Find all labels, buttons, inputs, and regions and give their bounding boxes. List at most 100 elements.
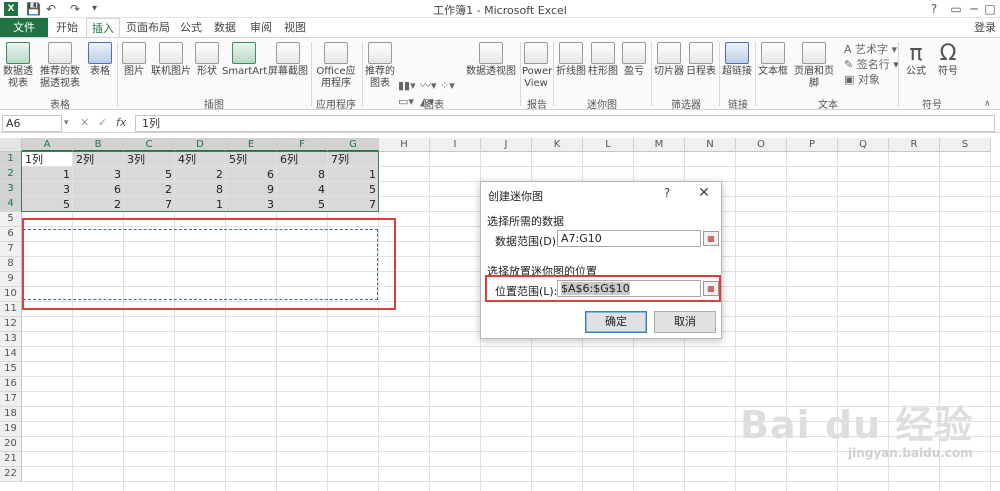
symbol-button[interactable]: Ω 符号	[933, 42, 963, 78]
row-header-13[interactable]: 13	[0, 332, 22, 347]
column-header-q[interactable]: Q	[838, 138, 889, 152]
row-header-18[interactable]: 18	[0, 407, 22, 422]
row-header-2[interactable]: 2	[0, 167, 22, 182]
dialog-help-button[interactable]: ?	[659, 185, 675, 201]
line-chart-icon[interactable]: 〰▾	[420, 80, 437, 92]
office-apps-button[interactable]: Office应用程序	[314, 42, 358, 90]
tab-insert[interactable]: 插入	[86, 18, 120, 38]
column-header-m[interactable]: M	[634, 138, 685, 152]
column-chart-icon[interactable]: ▮▮▾	[398, 80, 416, 92]
sparkline-column-button[interactable]: 柱形图	[588, 42, 618, 78]
signin-link[interactable]: 登录	[970, 18, 1000, 37]
slicer-button[interactable]: 切片器	[654, 42, 684, 78]
row-header-16[interactable]: 16	[0, 377, 22, 392]
sparkline-line-button[interactable]: 折线图	[556, 42, 586, 78]
row-header-8[interactable]: 8	[0, 257, 22, 272]
name-box-dropdown-icon[interactable]: ▾	[64, 115, 69, 131]
row-header-1[interactable]: 1	[0, 152, 22, 167]
help-button[interactable]: ?	[922, 0, 946, 18]
row-header-6[interactable]: 6	[0, 227, 22, 242]
timeline-button[interactable]: 日程表	[686, 42, 716, 78]
column-header-k[interactable]: K	[532, 138, 583, 152]
enter-icon[interactable]: ✓	[98, 115, 107, 131]
save-icon[interactable]: 💾	[26, 1, 41, 17]
scatter-chart-icon[interactable]: ⁘▾	[440, 80, 455, 92]
screenshot-button[interactable]: 屏幕截图	[268, 42, 308, 78]
column-header-n[interactable]: N	[685, 138, 736, 152]
row-header-4[interactable]: 4	[0, 197, 22, 212]
sparkline-winloss-button[interactable]: 盈亏	[620, 42, 648, 78]
data-range-collapse-icon[interactable]: ▦	[703, 231, 719, 246]
tab-formulas[interactable]: 公式	[176, 18, 206, 37]
row-header-21[interactable]: 21	[0, 452, 22, 467]
object-button[interactable]: ▣ 对象	[844, 74, 880, 86]
tab-data[interactable]: 数据	[208, 18, 242, 37]
column-header-i[interactable]: I	[430, 138, 481, 152]
signature-line-button[interactable]: ✎ 签名行 ▾	[844, 59, 899, 71]
tab-review[interactable]: 审阅	[244, 18, 278, 37]
tab-view[interactable]: 视图	[280, 18, 310, 37]
column-header-j[interactable]: J	[481, 138, 532, 152]
tab-page-layout[interactable]: 页面布局	[122, 18, 174, 37]
tab-home[interactable]: 开始	[50, 18, 84, 37]
row-header-15[interactable]: 15	[0, 362, 22, 377]
pivot-table-button[interactable]: 数据透视表	[2, 42, 34, 90]
power-view-button[interactable]: Power View	[522, 42, 552, 90]
row-header-19[interactable]: 19	[0, 422, 22, 437]
select-all-corner[interactable]	[0, 138, 22, 152]
tab-file[interactable]: 文件	[0, 18, 48, 37]
column-header-l[interactable]: L	[583, 138, 634, 152]
row-header-9[interactable]: 9	[0, 272, 22, 287]
column-header-f[interactable]: F	[277, 138, 328, 152]
row-header-11[interactable]: 11	[0, 302, 22, 317]
customize-toolbar-icon[interactable]: ▾	[92, 1, 97, 17]
row-header-17[interactable]: 17	[0, 392, 22, 407]
column-header-b[interactable]: B	[73, 138, 124, 152]
column-header-o[interactable]: O	[736, 138, 787, 152]
ok-button[interactable]: 确定	[585, 311, 647, 333]
pictures-button[interactable]: 图片	[120, 42, 148, 78]
equation-button[interactable]: π 公式	[901, 42, 931, 78]
header-footer-button[interactable]: 页眉和页脚	[790, 42, 838, 90]
column-header-d[interactable]: D	[175, 138, 226, 152]
row-header-20[interactable]: 20	[0, 437, 22, 452]
row-header-5[interactable]: 5	[0, 212, 22, 227]
cancel-icon[interactable]: ✕	[80, 115, 89, 131]
online-picture-icon	[159, 42, 183, 64]
row-header-14[interactable]: 14	[0, 347, 22, 362]
formula-input[interactable]: 1列	[135, 115, 995, 132]
column-header-c[interactable]: C	[124, 138, 175, 152]
bar-chart-icon[interactable]: ▭▾	[398, 96, 414, 108]
cancel-button[interactable]: 取消	[654, 311, 716, 333]
undo-icon[interactable]: ↶	[46, 1, 56, 17]
column-header-g[interactable]: G	[328, 138, 379, 152]
smartart-button[interactable]: SmartArt	[222, 42, 267, 78]
collapse-ribbon-icon[interactable]: ∧	[984, 98, 991, 110]
table-button[interactable]: 表格	[86, 42, 114, 78]
dialog-close-icon[interactable]: ✕	[695, 184, 713, 202]
redo-icon[interactable]: ↷	[70, 1, 80, 17]
shapes-button[interactable]: 形状	[194, 42, 220, 78]
row-header-12[interactable]: 12	[0, 317, 22, 332]
textbox-button[interactable]: 文本框	[758, 42, 788, 78]
pivot-chart-button[interactable]: 数据透视图	[464, 42, 518, 78]
row-header-10[interactable]: 10	[0, 287, 22, 302]
recommended-charts-button[interactable]: 推荐的图表	[364, 42, 396, 90]
online-pictures-button[interactable]: 联机图片	[150, 42, 192, 78]
row-header-7[interactable]: 7	[0, 242, 22, 257]
row-header-22[interactable]: 22	[0, 467, 22, 482]
column-header-s[interactable]: S	[940, 138, 991, 152]
insert-function-icon[interactable]: fx	[116, 115, 126, 131]
maximize-icon[interactable]: □	[978, 0, 1000, 18]
column-header-h[interactable]: H	[379, 138, 430, 152]
column-header-p[interactable]: P	[787, 138, 838, 152]
column-header-r[interactable]: R	[889, 138, 940, 152]
recommended-pivot-button[interactable]: 推荐的数据透视表	[36, 42, 84, 90]
column-header-a[interactable]: A	[22, 138, 73, 152]
data-range-input[interactable]: A7:G10	[557, 230, 701, 247]
hyperlink-button[interactable]: 超链接	[722, 42, 752, 78]
name-box[interactable]: A6	[2, 115, 62, 132]
row-header-3[interactable]: 3	[0, 182, 22, 197]
wordart-button[interactable]: A 艺术字 ▾	[844, 44, 897, 56]
column-header-e[interactable]: E	[226, 138, 277, 152]
